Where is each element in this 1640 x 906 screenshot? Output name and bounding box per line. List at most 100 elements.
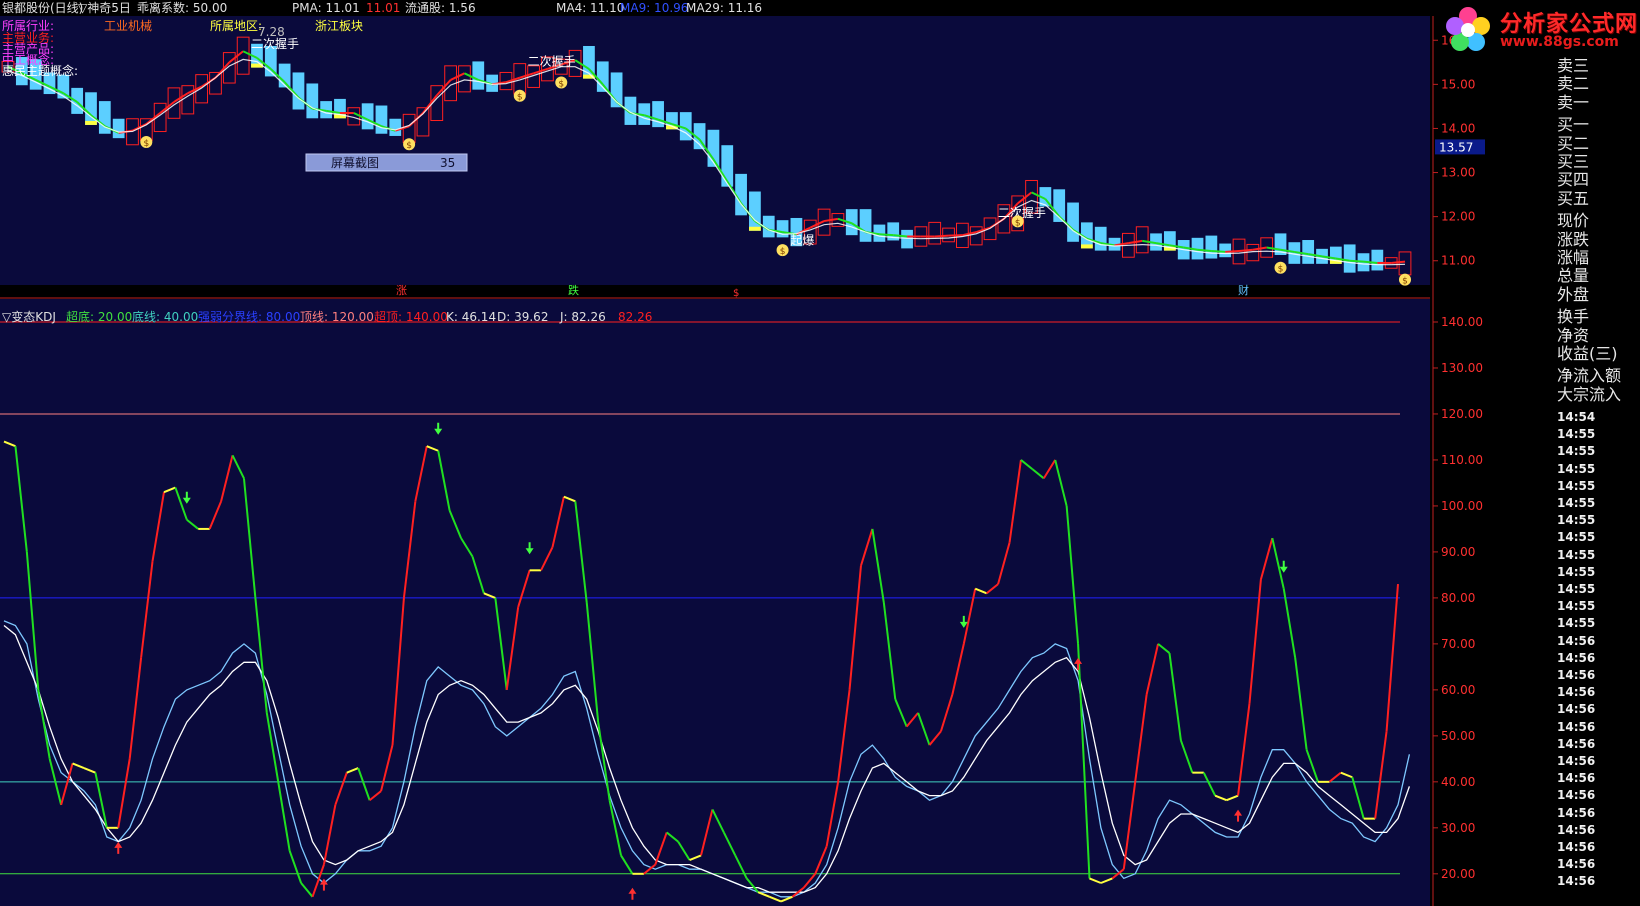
quote-label[interactable]: 涨幅 [1557,248,1589,267]
site-logo[interactable]: 分析家公式网 www.88gs.com [1440,2,1640,56]
candle-down [1219,243,1232,258]
kdj-qiangruo: 强弱分界线: 80.00 [198,310,301,324]
region-value: 浙江板块 [315,19,364,33]
quote-label[interactable]: 换手 [1557,307,1589,326]
trade-time: 14:56 [1557,805,1596,820]
ma-line-segment [1363,260,1378,264]
kdj-tick-label: 100.00 [1441,499,1483,513]
industry-value: 工业机械 [104,19,153,33]
quote-label[interactable]: 现价 [1557,211,1589,230]
trade-time: 14:56 [1557,668,1596,682]
kdj-chaodi: 超底: 20.00 [66,310,133,324]
trade-time: 14:56 [1557,685,1596,700]
ma-line-segment [893,234,908,238]
kdj-tick-label: 90.00 [1441,545,1475,559]
flower-icon [1446,7,1490,51]
money-bag-symbol: $ [517,93,523,103]
current-price-text: 13.57 [1439,140,1473,154]
trade-time: 14:56 [1557,822,1596,837]
kdj-tick-label: 110.00 [1441,453,1483,467]
money-bag-symbol: $ [406,141,412,151]
kdj-k: K: 46.14 [446,310,497,324]
trade-time: 14:55 [1557,496,1596,510]
kdj-j2: 82.26 [618,310,653,324]
trade-time: 14:55 [1557,427,1596,442]
candle-down [472,61,485,90]
quote-label[interactable]: 大宗流入 [1557,385,1621,404]
quote-label[interactable]: 卖一 [1557,93,1589,112]
kdj-tick-label: 70.00 [1441,637,1475,651]
money-bag-symbol: $ [143,139,149,149]
candle-down [1371,249,1384,271]
money-bag-symbol: $ [1015,218,1021,228]
ma-line-segment [1225,250,1240,253]
screenshot-tooltip-label: 屏幕截图 [331,156,379,170]
screenshot-tooltip-value: 35 [440,156,455,170]
trade-time: 14:56 [1557,788,1596,803]
quote-label[interactable]: 涨跌 [1557,230,1589,249]
region-num: 7.28 [258,25,285,39]
candle-mark-yellow [85,120,97,125]
candle-mark-yellow [749,226,761,231]
quote-label[interactable]: 总量 [1557,266,1589,285]
quote-label[interactable]: 净流入额 [1557,366,1621,385]
trade-time: 14:56 [1557,633,1596,648]
kdj-name[interactable]: ▽变态KDJ [2,309,56,325]
quote-label[interactable]: 外盘 [1557,285,1589,304]
quote-label[interactable]: 买三 [1557,152,1589,171]
trade-time: 14:56 [1557,857,1596,872]
trade-time: 14:56 [1557,771,1596,786]
trade-time: 14:54 [1557,410,1596,424]
marker-strip-bg [0,285,1430,299]
kdj-tick-label: 50.00 [1441,729,1475,743]
candle-down [292,72,305,110]
marker-dollar: $ [733,288,739,299]
candle-down [1067,202,1079,242]
trade-time: 14:55 [1557,530,1596,545]
ma-line-segment [1391,260,1406,264]
region-label: 所属地区: [210,19,263,33]
price-tick-label: 12.00 [1441,210,1475,224]
kdj-tick-label: 80.00 [1441,591,1475,605]
marker-zhang: 涨 [396,284,407,297]
quote-label[interactable]: 卖二 [1557,74,1589,93]
price-tick-label: 14.00 [1441,121,1475,135]
trade-time: 14:55 [1557,478,1596,493]
money-bag-symbol: $ [1402,277,1408,287]
candle-down [1343,244,1356,273]
candle-down [361,103,374,130]
quote-label[interactable]: 买四 [1557,170,1589,189]
chart-canvas[interactable]: 11.0012.0013.0014.0015.0016.0013.57二次握手二… [0,0,1640,906]
price-tick-label: 11.00 [1441,254,1475,268]
kdj-d: D: 39.62 [497,310,549,324]
kdj-tick-label: 40.00 [1441,775,1475,789]
trade-time: 14:56 [1557,874,1596,889]
kdj-tick-label: 140.00 [1441,315,1483,329]
logo-url: www.88gs.com [1500,34,1619,50]
quote-label[interactable]: 卖三 [1557,56,1589,75]
trade-time: 14:56 [1557,754,1596,768]
candle-down [1094,226,1107,251]
kdj-tick-label: 60.00 [1441,683,1475,697]
quote-label[interactable]: 买一 [1557,115,1589,134]
kdj-tick-label: 30.00 [1441,821,1475,835]
candle-down [1205,235,1218,259]
marker-die: 跌 [568,283,579,297]
chart-annotation: 二次握手 [528,53,576,68]
candle-down [306,83,319,119]
ma-line-segment [1349,259,1364,263]
candle-down [901,229,913,249]
candle-down [859,209,872,242]
quote-label[interactable]: 收益(三) [1557,344,1618,363]
trade-time: 14:55 [1557,616,1596,631]
money-bag-symbol: $ [1278,265,1284,275]
quote-label[interactable]: 买五 [1557,189,1589,208]
quote-label[interactable]: 净资 [1557,326,1589,345]
ma-line-segment [934,234,949,238]
price-tick-label: 15.00 [1441,77,1475,91]
quote-label[interactable]: 买二 [1557,134,1589,153]
ma-line-segment [879,233,894,237]
money-bag-symbol: $ [558,80,564,90]
kdj-tick-label: 120.00 [1441,407,1483,421]
trade-time: 14:55 [1557,564,1596,579]
